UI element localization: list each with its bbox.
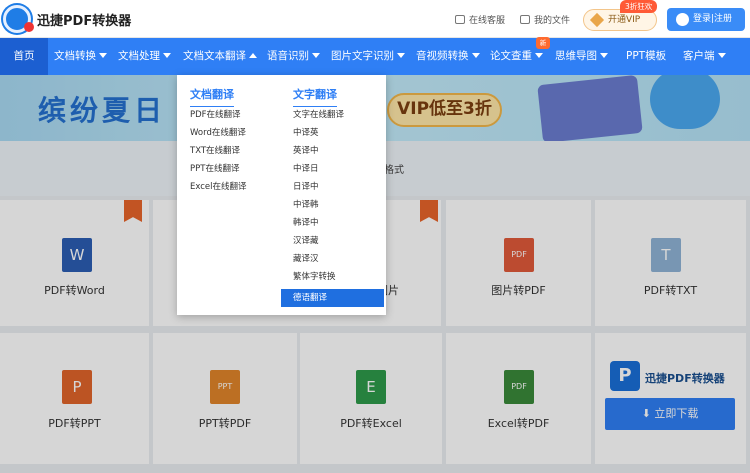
dd-item-german[interactable]: 德语翻译 <box>281 289 384 307</box>
dd-item-en-zh[interactable]: 英译中 <box>293 142 319 160</box>
headset-icon <box>455 15 465 24</box>
translate-dropdown: 文档翻译 文字翻译 PDF在线翻译 Word在线翻译 TXT在线翻译 PPT在线… <box>177 75 386 315</box>
dd-item-word-translate[interactable]: Word在线翻译 <box>190 124 246 142</box>
chevron-down-icon <box>163 53 171 58</box>
nav-label: 客户端 <box>683 50 715 62</box>
nav-doc-process[interactable]: 文档处理 <box>118 38 171 75</box>
dd-item-zh-en[interactable]: 中译英 <box>293 124 319 142</box>
nav-doc-translate[interactable]: 文档文本翻译 <box>183 38 257 75</box>
chevron-down-icon <box>397 53 405 58</box>
chevron-down-icon <box>471 53 480 58</box>
my-files-label: 我的文件 <box>534 16 571 26</box>
dd-item-zh-bo[interactable]: 汉译藏 <box>293 232 319 250</box>
diamond-icon <box>589 12 605 28</box>
open-vip-label: 开通VIP <box>608 15 641 25</box>
dd-item-text-translate[interactable]: 文字在线翻译 <box>293 106 344 124</box>
new-badge: 新 <box>536 37 550 49</box>
customer-service-label: 在线客服 <box>469 16 506 26</box>
file-icon <box>520 15 530 24</box>
nav-speech[interactable]: 语音识别 <box>267 38 320 75</box>
dd-item-bo-zh[interactable]: 藏译汉 <box>293 250 319 268</box>
customer-service-link[interactable]: 在线客服 <box>455 13 505 26</box>
top-bar: 迅捷PDF转换器 在线客服 我的文件 开通VIP 3折狂欢 登录|注册 <box>0 0 750 38</box>
chevron-down-icon <box>312 53 320 58</box>
login-register-button[interactable]: 登录|注册 <box>667 8 745 31</box>
my-files-link[interactable]: 我的文件 <box>520 13 570 26</box>
text-translate-heading: 文字翻译 <box>293 86 337 107</box>
nav-ocr[interactable]: 图片文字识别 <box>331 38 405 75</box>
dd-item-txt-translate[interactable]: TXT在线翻译 <box>190 142 240 160</box>
chevron-down-icon <box>717 53 726 58</box>
nav-mindmap[interactable]: 思维导图 <box>555 38 608 75</box>
brand-name[interactable]: 迅捷PDF转换器 <box>37 10 131 29</box>
dd-item-zh-ja[interactable]: 中译日 <box>293 160 319 178</box>
logo-icon[interactable] <box>3 5 34 33</box>
nav-doc-convert[interactable]: 文档转换 <box>54 38 107 75</box>
nav-label: 图片文字识别 <box>331 50 394 62</box>
nav-label: 论文查重 <box>490 50 532 62</box>
chevron-up-icon <box>249 53 257 58</box>
login-label: 登录|注册 <box>693 14 733 24</box>
nav-ppt-template[interactable]: PPT模板 <box>626 38 666 75</box>
nav-home[interactable]: 首页 <box>0 38 48 75</box>
vip-promo-badge: 3折狂欢 <box>620 0 658 13</box>
chevron-down-icon <box>99 53 107 58</box>
nav-label: 文档文本翻译 <box>183 50 246 62</box>
dd-item-ppt-translate[interactable]: PPT在线翻译 <box>190 160 239 178</box>
dd-item-traditional[interactable]: 繁体字转换 <box>293 268 336 286</box>
nav-label: 思维导图 <box>555 50 597 62</box>
dd-item-excel-translate[interactable]: Excel在线翻译 <box>190 178 247 196</box>
nav-label: 语音识别 <box>267 50 309 62</box>
nav-label: 文档处理 <box>118 50 160 62</box>
user-icon <box>676 13 689 26</box>
dd-item-ko-zh[interactable]: 韩译中 <box>293 214 319 232</box>
dd-item-pdf-translate[interactable]: PDF在线翻译 <box>190 106 241 124</box>
dd-item-zh-ko[interactable]: 中译韩 <box>293 196 319 214</box>
nav-label: 文档转换 <box>54 50 96 62</box>
dd-item-ja-zh[interactable]: 日译中 <box>293 178 319 196</box>
doc-translate-heading: 文档翻译 <box>190 86 234 107</box>
chevron-down-icon <box>600 53 608 58</box>
nav-label: 音视频转换 <box>416 50 469 62</box>
nav-av-convert[interactable]: 音视频转换 <box>416 38 480 75</box>
main-nav: 首页 文档转换 文档处理 文档文本翻译 语音识别 图片文字识别 音视频转换 论文… <box>0 38 750 75</box>
nav-client[interactable]: 客户端 <box>683 38 726 75</box>
chevron-down-icon <box>535 53 543 58</box>
